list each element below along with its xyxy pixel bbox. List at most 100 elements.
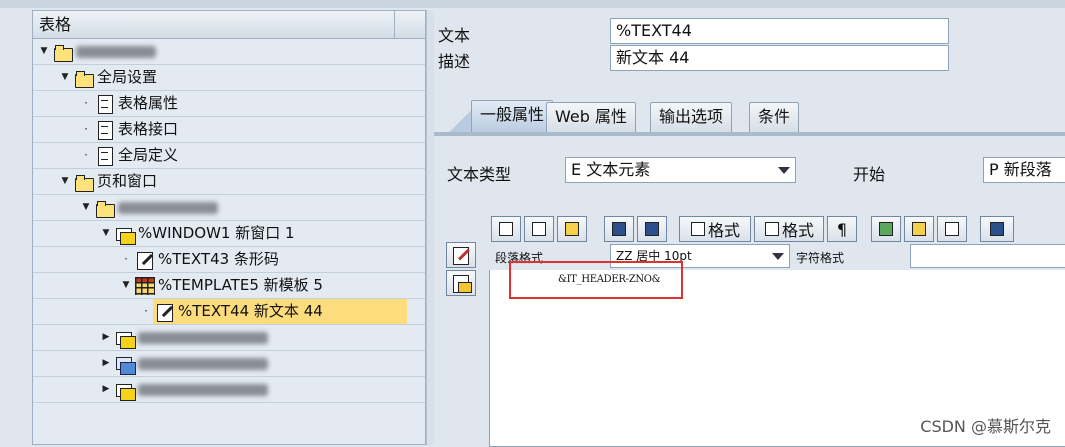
- tree-node-label: 表格接口: [118, 120, 179, 138]
- tree-node[interactable]: ▶: [33, 325, 425, 351]
- tree-header: 表格: [33, 11, 425, 39]
- folder-icon: [95, 199, 115, 218]
- tree-node[interactable]: ▼ %TEMPLATE5 新模板 5: [33, 273, 425, 299]
- description-label: 描述: [438, 52, 471, 71]
- tab-general-attributes-label: 一般属性: [480, 105, 545, 124]
- tree-node[interactable]: ▼ 全局设置: [33, 65, 425, 91]
- tree-node[interactable]: ▼: [33, 195, 425, 221]
- copy-button[interactable]: [524, 216, 554, 242]
- collapse-toggle-icon[interactable]: ▼: [119, 273, 133, 298]
- tree-node-label: 表格属性: [118, 94, 179, 112]
- tree-node[interactable]: ▼ 页和窗口: [33, 169, 425, 195]
- text-type-select[interactable]: E 文本元素: [565, 157, 796, 183]
- insert-field-button[interactable]: [871, 216, 901, 242]
- top-strip: [0, 0, 1065, 8]
- text-name-label: 文本: [438, 26, 471, 45]
- tree-rows: ▼ ▼ 全局设置 · 表格属性 · 表格接口 · 全局定义 ▼ 页和窗口 ▼ ▼ %WINDOW1 新窗口…: [33, 39, 425, 403]
- tree-node-label: 页和窗口: [97, 172, 158, 190]
- redacted-label: [118, 201, 218, 214]
- save-all-icon: [644, 221, 660, 237]
- redacted-label: [138, 331, 268, 344]
- watermark: CSDN @慕斯尔克: [920, 417, 1051, 436]
- tab-web-attributes[interactable]: Web 属性: [546, 102, 636, 132]
- dropdown-arrow-icon: [778, 167, 790, 174]
- tab-general-attributes[interactable]: 一般属性: [471, 100, 554, 134]
- text-edit-icon: [135, 251, 155, 270]
- tree-node[interactable]: ▶: [33, 377, 425, 403]
- redacted-label: [138, 357, 268, 370]
- tree-node[interactable]: · 全局定义: [33, 143, 425, 169]
- tab-conditions[interactable]: 条件: [749, 102, 800, 132]
- tree-node-label: %TEXT43 条形码: [158, 250, 279, 268]
- save-button[interactable]: [604, 216, 634, 242]
- preview-button[interactable]: [980, 216, 1014, 242]
- cut-button[interactable]: [491, 216, 521, 242]
- description-field[interactable]: 新文本 44: [610, 45, 949, 71]
- tree-header-separator: [394, 11, 395, 39]
- redacted-label: [76, 45, 156, 58]
- redacted-label: [138, 383, 268, 396]
- paragraph-mark-button[interactable]: ¶: [827, 216, 857, 242]
- start-label: 开始: [853, 165, 886, 184]
- edit-text-button[interactable]: [446, 242, 476, 268]
- expand-toggle-icon[interactable]: ▶: [99, 351, 113, 376]
- insert-field-icon: [878, 221, 894, 237]
- window-icon: [115, 329, 136, 349]
- panel-splitter[interactable]: [426, 10, 434, 445]
- delete-line-button[interactable]: [937, 216, 967, 242]
- node-details-panel: 文本 %TEXT44 描述 新文本 44 一般属性 Web 属性 输出选项 条件…: [434, 8, 1065, 447]
- tab-web-attributes-label: Web 属性: [555, 107, 627, 126]
- dropdown-arrow-icon: [772, 253, 784, 260]
- editor-content[interactable]: &IT_HEADER-ZNO&: [558, 274, 661, 285]
- tree-node[interactable]: · %TEXT44 新文本 44: [33, 299, 425, 325]
- tree-node-label: 全局定义: [118, 146, 179, 164]
- collapse-toggle-icon[interactable]: ▼: [58, 65, 72, 90]
- delete-line-icon: [944, 221, 960, 237]
- tab-output-options[interactable]: 输出选项: [650, 102, 733, 132]
- text-edit-icon: [155, 303, 175, 322]
- tree-node-label: 全局设置: [97, 68, 158, 86]
- char-format-label: 字符格式: [796, 251, 845, 265]
- expand-toggle-icon[interactable]: ▶: [99, 325, 113, 350]
- pencil-icon: [911, 221, 927, 237]
- tab-baseline: [434, 132, 1065, 136]
- edit-button[interactable]: [904, 216, 934, 242]
- collapse-toggle-icon[interactable]: ▼: [99, 221, 113, 246]
- start-select[interactable]: P 新段落: [983, 157, 1065, 183]
- leaf-dot-icon: ·: [144, 304, 148, 318]
- document-icon: [95, 94, 115, 114]
- char-format-icon: [690, 221, 706, 237]
- folder-icon: [74, 173, 94, 192]
- char-format-select[interactable]: [910, 244, 1065, 268]
- para-format-icon: [764, 221, 780, 237]
- leaf-dot-icon: ·: [84, 96, 88, 110]
- tab-output-options-label: 输出选项: [659, 107, 724, 126]
- window-icon: [115, 381, 136, 401]
- scissors-icon: [498, 221, 514, 237]
- lock-text-button[interactable]: [446, 270, 476, 296]
- expand-toggle-icon[interactable]: ▶: [99, 377, 113, 402]
- document-icon: [95, 146, 115, 166]
- char-format-button-label: 格式: [707, 221, 740, 240]
- leaf-dot-icon: ·: [124, 252, 128, 266]
- char-format-button[interactable]: 格式: [679, 216, 751, 242]
- collapse-toggle-icon[interactable]: ▼: [58, 169, 72, 194]
- collapse-toggle-icon[interactable]: ▼: [79, 195, 93, 220]
- tree-node[interactable]: ▼: [33, 39, 425, 65]
- form-tree-panel: 表格 ▼ ▼ 全局设置 · 表格属性 · 表格接口 · 全局定义 ▼ 页和窗口 ▼ ▼ %WINDOW1 …: [32, 10, 426, 445]
- para-format-button[interactable]: 格式: [754, 216, 824, 242]
- collapse-toggle-icon[interactable]: ▼: [37, 39, 51, 64]
- template-grid-icon: [135, 276, 155, 295]
- tree-node[interactable]: ▼ %WINDOW1 新窗口 1: [33, 221, 425, 247]
- tree-node[interactable]: · %TEXT43 条形码: [33, 247, 425, 273]
- text-name-field[interactable]: %TEXT44: [610, 18, 949, 44]
- para-format-button-label: 格式: [781, 221, 814, 240]
- tree-node[interactable]: · 表格属性: [33, 91, 425, 117]
- tree-node-label: %WINDOW1 新窗口 1: [138, 224, 295, 242]
- main-window-icon: [115, 355, 136, 375]
- tree-node[interactable]: ▶: [33, 351, 425, 377]
- save-all-button[interactable]: [637, 216, 667, 242]
- paste-button[interactable]: [557, 216, 587, 242]
- text-type-value: E 文本元素: [571, 160, 651, 179]
- tree-node[interactable]: · 表格接口: [33, 117, 425, 143]
